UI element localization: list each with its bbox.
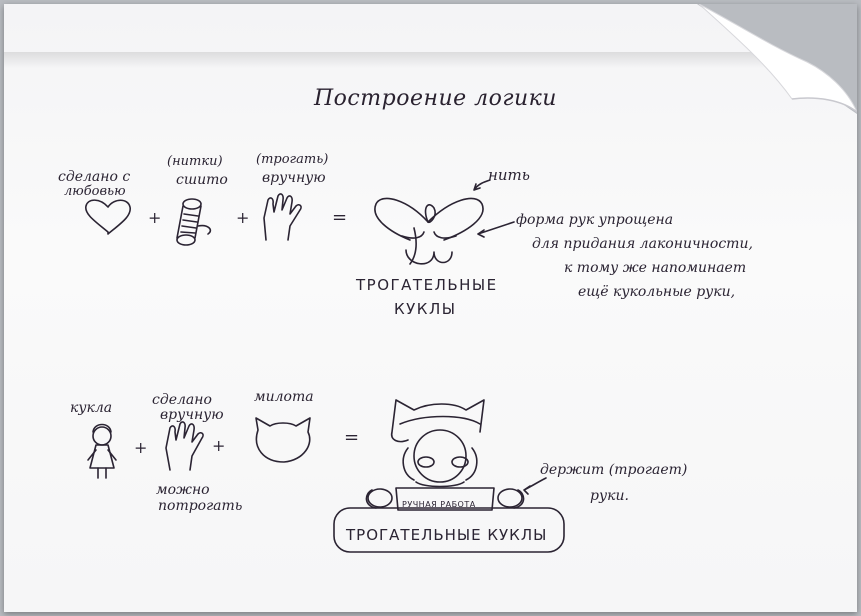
doll-icon xyxy=(87,423,117,479)
sign-board xyxy=(333,487,565,553)
cat-head-icon xyxy=(255,417,311,463)
mascot-doll-icon xyxy=(390,399,485,488)
paper-sheet: Построение логики сделано с любовью (нит… xyxy=(4,4,857,612)
heart-icon xyxy=(85,199,131,235)
sketch-drawings xyxy=(85,179,565,553)
arrow-thread xyxy=(473,179,491,191)
logo-heart-icon xyxy=(374,197,484,265)
hand-icon xyxy=(263,193,302,241)
hand-icon-2 xyxy=(165,421,204,471)
arrow-note xyxy=(477,221,515,238)
spool-icon xyxy=(176,198,212,246)
arrow-note-2 xyxy=(523,477,547,495)
